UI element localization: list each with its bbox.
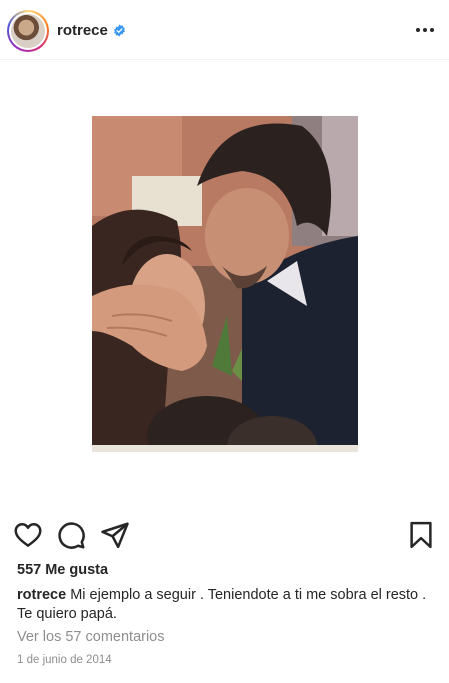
more-options-icon[interactable] xyxy=(414,22,436,38)
post-photo xyxy=(92,116,358,452)
avatar-image xyxy=(11,14,45,48)
post-caption: rotrece Mi ejemplo a seguir . Teniendote… xyxy=(17,586,437,624)
caption-text: Mi ejemplo a seguir . Teniendote a ti me… xyxy=(17,587,427,622)
bookmark-icon[interactable] xyxy=(406,520,436,550)
likes-count[interactable]: 557 Me gusta xyxy=(17,562,108,578)
avatar[interactable] xyxy=(7,10,49,52)
avatar-frame xyxy=(9,12,47,50)
username-link[interactable]: rotrece xyxy=(57,22,108,39)
post-actions xyxy=(0,520,449,554)
comment-icon[interactable] xyxy=(56,520,86,550)
post-header: rotrece xyxy=(0,0,449,60)
post-media[interactable] xyxy=(0,60,449,514)
heart-icon[interactable] xyxy=(13,520,43,550)
caption-username[interactable]: rotrece xyxy=(17,587,66,603)
send-icon[interactable] xyxy=(100,520,130,550)
view-comments-link[interactable]: Ver los 57 comentarios xyxy=(17,629,165,645)
verified-badge-icon xyxy=(114,24,125,37)
post-date: 1 de junio de 2014 xyxy=(17,654,112,666)
